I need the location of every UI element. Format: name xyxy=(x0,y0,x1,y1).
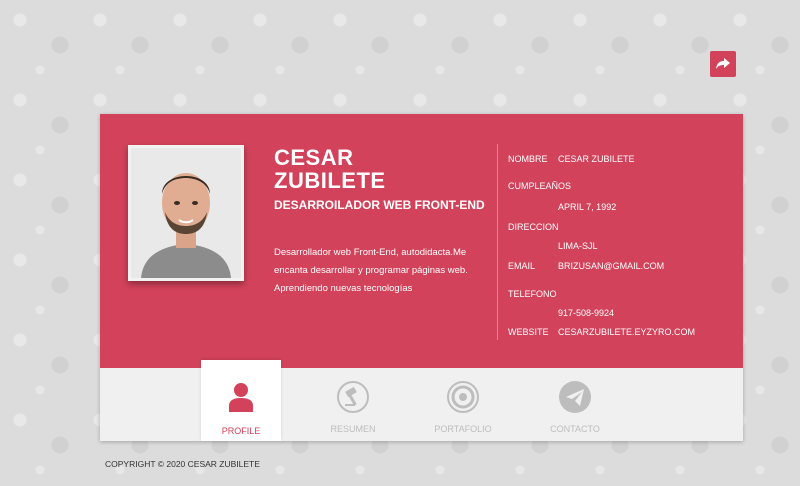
tab-resumen-label: RESUMEN xyxy=(330,424,376,434)
profile-bio: Desarrollador web Front-End, autodidacta… xyxy=(274,247,468,294)
last-name: ZUBILETE xyxy=(274,168,386,193)
divider xyxy=(497,144,498,340)
tab-portafolio-label: PORTAFOLIO xyxy=(434,424,492,434)
gavel-icon xyxy=(336,380,370,414)
nombre-value: CESAR ZUBILETE xyxy=(558,154,635,164)
tab-resumen[interactable]: RESUMEN xyxy=(313,368,393,441)
email-label: EMAIL xyxy=(508,261,536,271)
nombre-label: NOMBRE xyxy=(508,154,548,164)
tab-profile-label: PROFILE xyxy=(221,426,261,436)
telefono-label: TELEFONO xyxy=(508,289,557,299)
paper-plane-icon xyxy=(558,380,592,414)
telefono-value: 917-508-9924 xyxy=(558,308,615,318)
cumple-label: CUMPLEAÑOS xyxy=(508,181,572,191)
first-name: CESAR xyxy=(274,145,354,170)
cumple-value: APRIL 7, 1992 xyxy=(558,202,617,212)
user-icon xyxy=(224,380,258,414)
profile-card: CESAR ZUBILETE DESARROILADOR WEB FRONT-E… xyxy=(100,114,743,441)
tab-portafolio[interactable]: PORTAFOLIO xyxy=(423,368,503,441)
share-button[interactable] xyxy=(710,51,736,77)
footer-copyright: COPYRIGHT © 2020 CESAR ZUBILETE xyxy=(105,459,260,469)
share-arrow-icon xyxy=(716,58,730,69)
profile-name: CESAR ZUBILETE xyxy=(274,146,494,192)
portfolio-icon xyxy=(446,380,480,414)
profile-role: DESARROILADOR WEB FRONT-END xyxy=(274,198,485,212)
email-value: BRIZUSAN@GMAIL.COM xyxy=(558,261,665,271)
website-value[interactable]: CESARZUBILETE.EYZYRO.COM xyxy=(558,327,695,337)
tab-profile[interactable]: PROFILE xyxy=(201,360,281,441)
website-label: WEBSITE xyxy=(508,327,549,337)
avatar xyxy=(128,145,244,281)
tab-bar: PROFILE RESUMEN PORTAFOLIO CONTACTO xyxy=(100,360,743,441)
tab-contacto-label: CONTACTO xyxy=(550,424,600,434)
direccion-value: LIMA-SJL xyxy=(558,241,598,251)
profile-header: CESAR ZUBILETE DESARROILADOR WEB FRONT-E… xyxy=(100,114,743,368)
direccion-label: DIRECCION xyxy=(508,222,559,232)
tab-contacto[interactable]: CONTACTO xyxy=(535,368,615,441)
